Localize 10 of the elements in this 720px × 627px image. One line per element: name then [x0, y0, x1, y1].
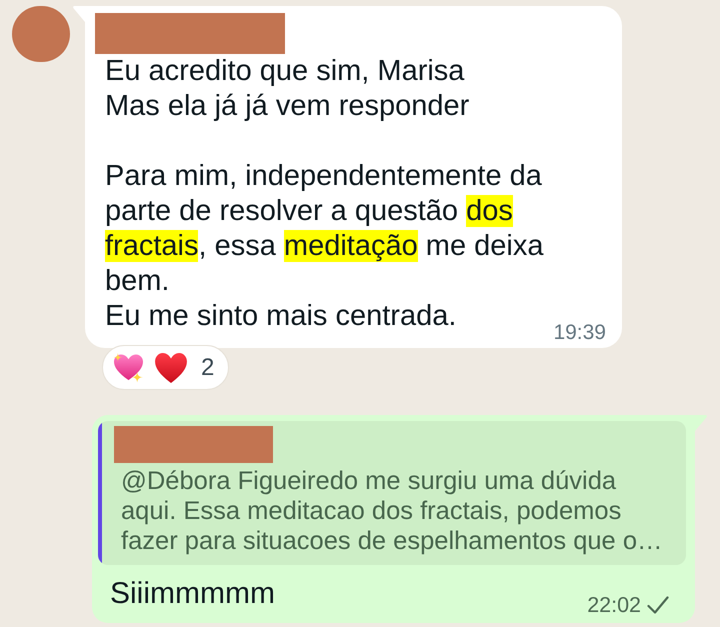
quoted-message[interactable]: @Débora Figueiredo me surgiu uma dúvida aqui. Essa meditacao dos fractais, podemos fazer para situacoes de espelhamentos que o… — [98, 421, 686, 565]
message-text: Siiimmmmm — [110, 576, 275, 611]
quoted-text: @Débora Figueiredo me surgiu uma dúvida aqui. Essa meditacao dos fractais, podemos fazer para situacoes de espelhamentos que o… — [121, 466, 664, 556]
sparkling-heart-icon — [113, 352, 144, 382]
message-text: Eu acredito que sim, Marisa Mas ela já já vem responder Para mim, independentemente da parte de resolver a questão dos fractais, essa meditação me deixa bem. Eu me sinto mais centrada. — [105, 54, 544, 334]
message-time: 22:02 — [587, 593, 641, 617]
message-time: 19:39 — [553, 321, 606, 345]
avatar[interactable] — [12, 6, 70, 62]
heart-icon — [154, 352, 188, 382]
reactions-pill[interactable]: 2 — [102, 345, 230, 390]
